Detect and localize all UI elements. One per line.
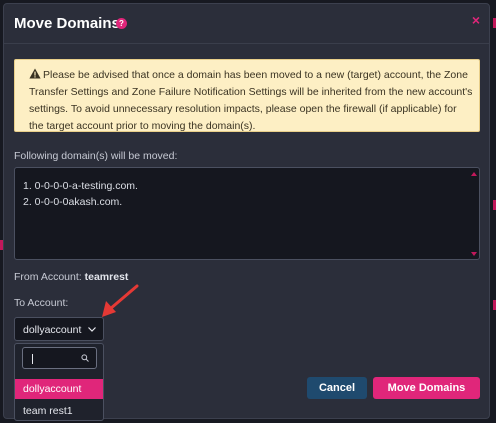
account-search-input[interactable]	[29, 351, 79, 365]
domain-item: 2. 0-0-0-0akash.com.	[23, 196, 123, 208]
dropdown-option[interactable]: dollyaccount	[15, 379, 103, 399]
warning-message: Please be advised that once a domain has…	[29, 69, 473, 132]
cancel-button[interactable]: Cancel	[307, 377, 367, 399]
domain-item: 1. 0-0-0-0-a-testing.com.	[23, 180, 138, 192]
to-account-label: To Account:	[14, 297, 69, 309]
to-account-dropdown: dollyaccount team rest1	[14, 343, 104, 421]
account-search-box[interactable]	[22, 347, 97, 369]
from-account-label: From Account:	[14, 271, 82, 283]
from-account-value: teamrest	[84, 271, 129, 283]
scroll-down-icon[interactable]	[471, 252, 477, 256]
scrollbar[interactable]	[471, 172, 477, 256]
scroll-up-icon[interactable]	[471, 172, 477, 176]
domain-list: 1. 0-0-0-0-a-testing.com. 2. 0-0-0-0akas…	[23, 178, 138, 210]
to-account-select[interactable]: dollyaccount	[14, 317, 104, 341]
text-cursor	[32, 354, 33, 364]
search-icon	[81, 354, 89, 362]
warning-alert: Please be advised that once a domain has…	[14, 59, 480, 132]
to-account-selected-value: dollyaccount	[23, 324, 82, 336]
dialog-header: Move Domains ? ×	[4, 4, 489, 44]
help-icon[interactable]: ?	[116, 18, 127, 29]
dialog-title: Move Domains	[14, 15, 120, 32]
dropdown-option[interactable]: team rest1	[15, 401, 103, 421]
domain-list-box[interactable]: 1. 0-0-0-0-a-testing.com. 2. 0-0-0-0akas…	[14, 167, 480, 260]
move-domains-button[interactable]: Move Domains	[373, 377, 480, 399]
move-domains-dialog: Move Domains ? × Please be advised that …	[3, 3, 490, 421]
chevron-down-icon	[88, 327, 96, 332]
domains-label: Following domain(s) will be moved:	[14, 150, 178, 162]
close-icon[interactable]: ×	[472, 13, 480, 27]
from-account-row: From Account: teamrest	[14, 271, 128, 283]
